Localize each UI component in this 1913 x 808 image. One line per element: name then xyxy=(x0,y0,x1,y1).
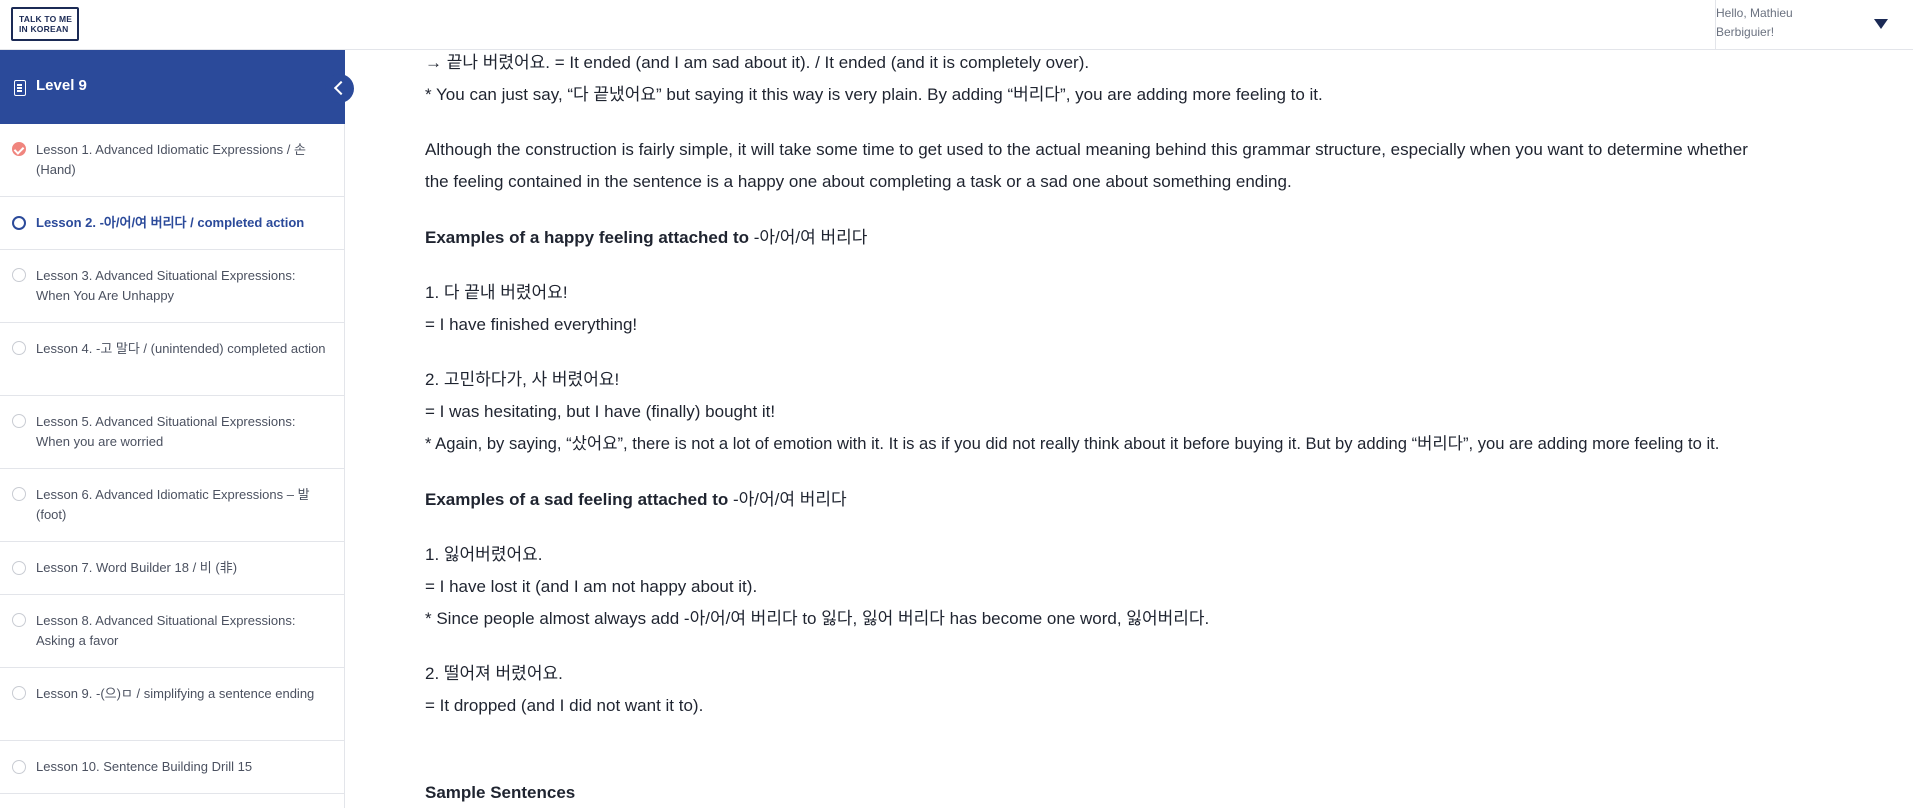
lesson-label: Lesson 9. -(으)ㅁ / simplifying a sentence… xyxy=(36,686,315,701)
incomplete-circle-icon xyxy=(12,414,26,428)
sad-example-1-note: * Since people almost always add -아/어/여 … xyxy=(425,609,1210,628)
happy-heading-text: Examples of a happy feeling attached to xyxy=(425,228,750,247)
example-ended-line: → 끝나 버렸어요. = It ended (and I am sad abou… xyxy=(425,53,1090,72)
incomplete-circle-icon xyxy=(12,268,26,282)
level-header: Level 9 xyxy=(0,50,345,124)
plain-note: * You can just say, “다 끝냈어요” but saying … xyxy=(425,85,1323,104)
incomplete-circle-icon xyxy=(12,686,26,700)
explanation-line-2: the feeling contained in the sentence is… xyxy=(425,172,1292,191)
sample-sentences-heading: Sample Sentences xyxy=(425,783,576,802)
lesson-label: Lesson 6. Advanced Idiomatic Expressions… xyxy=(36,487,310,522)
happy-example-2-korean: 2. 고민하다가, 사 버렸어요! xyxy=(425,370,620,389)
lesson-list: Lesson 1. Advanced Idiomatic Expressions… xyxy=(0,124,345,794)
incomplete-circle-icon xyxy=(12,487,26,501)
lesson-label: Lesson 8. Advanced Situational Expressio… xyxy=(36,613,296,648)
incomplete-circle-icon xyxy=(12,613,26,627)
book-icon xyxy=(14,80,26,96)
greeting-line-2: Berbiguier! xyxy=(1716,25,1775,39)
happy-example-1-english: = I have finished everything! xyxy=(425,315,638,334)
sad-example-2-korean: 2. 떨어져 버렸어요. xyxy=(425,664,563,683)
happy-example-2-english: = I was hesitating, but I have (finally)… xyxy=(425,402,776,421)
user-greeting[interactable]: Hello, Mathieu Berbiguier! xyxy=(1716,4,1826,42)
lesson-item-6[interactable]: Lesson 6. Advanced Idiomatic Expressions… xyxy=(0,469,345,542)
sad-examples-heading: Examples of a sad feeling attached to -아… xyxy=(425,488,1845,512)
top-bar: TALK TO ME IN KOREAN Hello, Mathieu Berb… xyxy=(0,0,1913,50)
lesson-item-7[interactable]: Lesson 7. Word Builder 18 / 비 (非) xyxy=(0,542,345,595)
lesson-label: Lesson 5. Advanced Situational Expressio… xyxy=(36,414,296,449)
lesson-item-10[interactable]: Lesson 10. Sentence Building Drill 15 xyxy=(0,741,345,794)
logo-line-1: TALK TO ME xyxy=(19,14,73,24)
sad-example-1-english: = I have lost it (and I am not happy abo… xyxy=(425,577,758,596)
explanation-line-1: Although the construction is fairly simp… xyxy=(425,140,1748,159)
lesson-item-3[interactable]: Lesson 3. Advanced Situational Expressio… xyxy=(0,250,345,323)
sad-example-1-korean: 1. 잃어버렸어요. xyxy=(425,545,543,564)
logo-line-2: IN KOREAN xyxy=(19,24,69,34)
lesson-item-2[interactable]: Lesson 2. -아/어/여 버리다 / completed action xyxy=(0,197,345,250)
lesson-item-8[interactable]: Lesson 8. Advanced Situational Expressio… xyxy=(0,595,345,668)
happy-heading-korean: -아/어/여 버리다 xyxy=(749,228,868,247)
current-lesson-icon xyxy=(12,216,26,230)
collapse-sidebar-button[interactable] xyxy=(325,74,354,103)
happy-examples-heading: Examples of a happy feeling attached to … xyxy=(425,226,1845,250)
talk-to-me-in-korean-logo[interactable]: TALK TO ME IN KOREAN xyxy=(11,7,79,41)
lesson-label: Lesson 1. Advanced Idiomatic Expressions… xyxy=(36,142,306,177)
incomplete-circle-icon xyxy=(12,760,26,774)
completed-check-icon xyxy=(12,142,26,156)
lesson-item-9[interactable]: Lesson 9. -(으)ㅁ / simplifying a sentence… xyxy=(0,668,345,741)
happy-example-1-korean: 1. 다 끝내 버렸어요! xyxy=(425,283,568,302)
incomplete-circle-icon xyxy=(12,561,26,575)
sad-heading-korean: -아/어/여 버리다 xyxy=(728,490,847,509)
greeting-line-1: Hello, Mathieu xyxy=(1716,6,1793,20)
lesson-sidebar: Level 9 Lesson 1. Advanced Idiomatic Exp… xyxy=(0,50,354,808)
lesson-label: Lesson 2. -아/어/여 버리다 / completed action xyxy=(36,215,305,230)
lesson-label: Lesson 3. Advanced Situational Expressio… xyxy=(36,268,296,303)
caret-down-icon[interactable] xyxy=(1874,19,1888,29)
lesson-label: Lesson 7. Word Builder 18 / 비 (非) xyxy=(36,560,238,575)
lesson-label: Lesson 4. -고 말다 / (unintended) completed… xyxy=(36,341,326,356)
happy-example-2-note: * Again, by saying, “샀어요”, there is not … xyxy=(425,434,1720,453)
sad-heading-text: Examples of a sad feeling attached to xyxy=(425,490,729,509)
sad-example-2-english: = It dropped (and I did not want it to). xyxy=(425,696,704,715)
lesson-item-1[interactable]: Lesson 1. Advanced Idiomatic Expressions… xyxy=(0,124,345,197)
level-title: Level 9 xyxy=(36,77,87,94)
incomplete-circle-icon xyxy=(12,341,26,355)
lesson-item-5[interactable]: Lesson 5. Advanced Situational Expressio… xyxy=(0,396,345,469)
lesson-item-4[interactable]: Lesson 4. -고 말다 / (unintended) completed… xyxy=(0,323,345,396)
lesson-label: Lesson 10. Sentence Building Drill 15 xyxy=(36,759,253,774)
